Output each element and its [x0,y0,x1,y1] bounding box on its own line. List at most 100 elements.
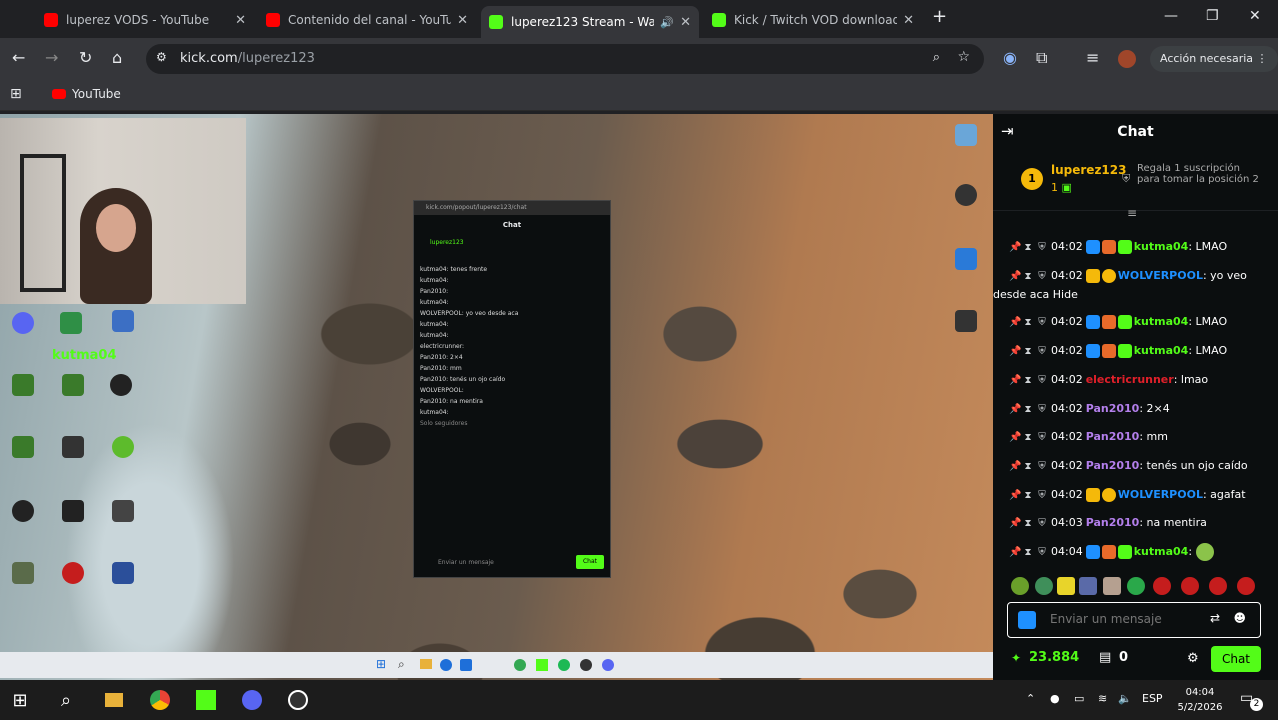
app-icon [12,436,34,458]
popup-title: Chat [502,221,522,229]
windows-start-icon[interactable]: ⊞ [8,688,32,712]
translate-icon[interactable]: ⇄ [1210,611,1220,625]
reload-icon[interactable]: ↻ [79,48,92,67]
emote[interactable] [1057,577,1075,595]
restore-icon[interactable]: ❐ [1206,8,1219,24]
pin-icon: 📌 [1009,404,1022,415]
discord-icon [602,659,614,671]
back-icon[interactable]: ← [12,48,25,67]
waves-icon [110,374,132,396]
profile-action-button[interactable]: Acción necesaria ⋮ [1150,46,1278,72]
timeout-icon: ⧗ [1024,547,1032,558]
pin-icon: 📌 [1009,490,1022,501]
home-icon[interactable]: ⌂ [112,48,122,67]
tray-overflow-icon[interactable]: ⌃ [1026,692,1035,705]
forward-icon[interactable]: → [45,48,58,67]
apps-grid-icon[interactable]: ⊞ [10,86,22,102]
app-icon [955,184,977,206]
kick-icon[interactable] [194,688,218,712]
address-bar[interactable]: ⚙ kick.com/luperez123 ⌕ ☆ [146,44,984,74]
close-icon[interactable]: ✕ [903,13,914,28]
obs-icon[interactable] [286,688,310,712]
tab-contenido-canal[interactable]: Contenido del canal - YouTube ✕ [258,6,476,34]
emote[interactable] [1153,577,1171,595]
chat-message: 📌 ⧗ ⛨ 04:03 Pan2010: na mentira [1009,510,1271,537]
close-icon[interactable]: ✕ [457,13,468,28]
sub-badge [1085,545,1100,559]
window-close-icon[interactable]: ✕ [1249,8,1261,24]
gifter-badge [1101,315,1116,329]
kick-icon [536,659,548,671]
audio-icon[interactable]: ◉ [1003,48,1017,67]
nvidia-icon [12,374,34,396]
rank-badge [1101,488,1116,502]
subs-count[interactable]: 0 [1119,650,1128,665]
close-icon[interactable]: ✕ [680,15,691,30]
extensions-icon[interactable]: ⧉ [1036,48,1047,68]
popup-line: kutma04: tenes frente [420,266,488,273]
bookmarks-bar: ⊞ YouTube [0,80,1278,111]
emote[interactable] [1103,577,1121,595]
bookmark-star-icon[interactable]: ☆ [957,49,970,65]
bookmark-youtube[interactable]: YouTube [52,87,121,101]
app-icon [62,436,84,458]
file-explorer-icon[interactable] [102,688,126,712]
drag-handle-icon[interactable]: ≡ [1127,206,1137,220]
keyboard-language[interactable]: ESP [1142,692,1163,705]
emote[interactable] [1079,577,1097,595]
among-us-icon [62,562,84,584]
close-icon[interactable]: ✕ [235,13,246,28]
app-icon [955,310,977,332]
send-chat-button[interactable]: Chat [1211,646,1261,672]
minimize-icon[interactable]: — [1164,8,1178,24]
search-icon[interactable]: ⌕ [54,688,78,712]
pinned-user[interactable]: luperez123 [1051,163,1126,177]
tray-app-icon[interactable]: ● [1050,692,1060,705]
sub-badge-icon[interactable] [1018,611,1036,629]
wifi-icon[interactable]: ≋ [1098,692,1107,705]
avatar[interactable] [1118,50,1136,68]
chrome-icon[interactable] [148,688,172,712]
popup-line: kutma04: [420,332,449,339]
ban-icon: ⛨ [1038,346,1046,357]
edge-icon [440,659,452,671]
volume-icon[interactable]: 🔈 [1118,692,1132,705]
chat-message: 📌 ⧗ ⛨ 04:02 kutma04: LMAO [1009,234,1271,261]
speaker-icon[interactable]: 🔊 [660,16,674,29]
zoom-icon[interactable]: ⌕ [933,50,940,65]
settings-gear-icon[interactable]: ⚙ [1187,651,1199,666]
app-icon [112,310,134,332]
emote[interactable] [1035,577,1053,595]
timeout-icon: ⧗ [1024,461,1032,472]
chat-message: 📌 ⧗ ⛨ 04:02 WOLVERPOOL: agafat [1009,482,1271,509]
new-tab-button[interactable]: + [932,6,947,27]
popup-line: Pan2010: tenés un ojo caído [420,376,506,383]
points-count[interactable]: 23.884 [1029,650,1079,665]
pin-icon: 📌 [1009,317,1022,328]
emote[interactable] [1127,577,1145,595]
chat-message: 📌 ⧗ ⛨ 04:02 kutma04: LMAO [1009,338,1271,365]
pin-icon: 📌 [1009,346,1022,357]
site-info-icon[interactable]: ⚙ [156,50,167,64]
emote[interactable] [1011,577,1029,595]
chat-message-input[interactable] [1048,611,1202,627]
tray-app-icon[interactable]: ▭ [1074,692,1084,705]
gifter-badge [1101,240,1116,254]
tab-label: luperez VODS - YouTube [66,13,210,27]
discord-icon[interactable] [240,688,264,712]
popup-line: WOLVERPOOL: [420,387,464,394]
timeout-icon: ⧗ [1024,317,1032,328]
clock[interactable]: 04:04 5/2/2026 [1176,685,1224,715]
tab-luperez-stream[interactable]: luperez123 Stream - Watch 🔊 ✕ [481,6,699,38]
pin-icon: 📌 [1009,547,1022,558]
emote[interactable] [1209,577,1227,595]
emote[interactable] [1181,577,1199,595]
chat-message: 📌 ⧗ ⛨ 04:02 Pan2010: tenés un ojo caído [1009,453,1271,480]
tab-luperez-vods[interactable]: luperez VODS - YouTube ✕ [36,6,254,34]
tab-vod-downloader[interactable]: Kick / Twitch VOD downloader ✕ [704,6,922,34]
timeout-icon: ⧗ [1024,404,1032,415]
emote[interactable] [1237,577,1255,595]
webcam-overlay [0,118,246,304]
emoji-icon[interactable]: ☻ [1233,611,1246,625]
media-icon[interactable]: ≡ [1086,48,1099,67]
